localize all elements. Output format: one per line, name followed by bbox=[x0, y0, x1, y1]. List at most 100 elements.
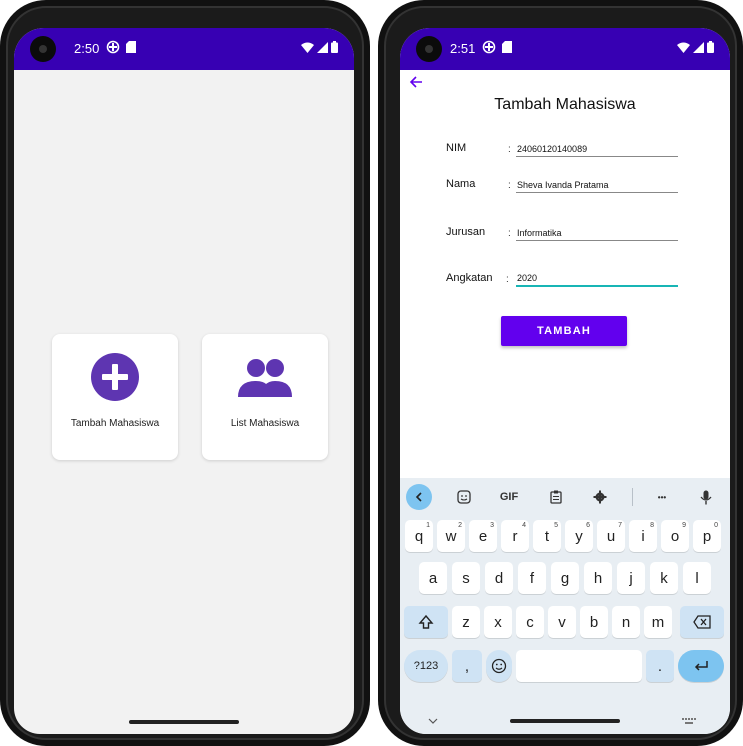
key-b[interactable]: b bbox=[580, 606, 608, 638]
symbols-key[interactable]: ?123 bbox=[404, 650, 448, 682]
chevron-left-icon[interactable] bbox=[406, 484, 432, 510]
key-number-hint: 9 bbox=[682, 522, 686, 529]
toolbar-divider bbox=[632, 488, 633, 506]
key-c[interactable]: c bbox=[516, 606, 544, 638]
key-letter: r bbox=[512, 527, 518, 545]
form-screen: 2: 5 1 Tambah Mahasiswa NIM: 240601201400… bbox=[400, 28, 730, 734]
key-t[interactable]: t5 bbox=[533, 520, 561, 552]
key-d[interactable]: d bbox=[485, 562, 513, 594]
key-v[interactable]: v bbox=[548, 606, 576, 638]
key-f[interactable]: f bbox=[518, 562, 546, 594]
sticker-icon[interactable] bbox=[452, 484, 476, 510]
gear-icon[interactable] bbox=[590, 484, 610, 510]
keyboard-switch-icon[interactable] bbox=[682, 713, 696, 731]
key-letter: y bbox=[575, 527, 583, 545]
key-s[interactable]: s bbox=[452, 562, 480, 594]
key-w[interactable]: w2 bbox=[437, 520, 465, 552]
microphone-icon[interactable] bbox=[696, 484, 716, 510]
nim-label: NIM bbox=[446, 142, 467, 154]
signal-icon bbox=[693, 41, 704, 56]
field-colon: : bbox=[508, 228, 511, 239]
space-key[interactable] bbox=[516, 650, 642, 682]
status-bar: 2:50 bbox=[14, 28, 354, 70]
key-letter: u bbox=[606, 527, 616, 545]
list-mahasiswa-card[interactable]: List Mahasiswa bbox=[202, 334, 328, 460]
key-letter: p bbox=[702, 527, 712, 545]
key-letter: o bbox=[670, 527, 680, 545]
key-u[interactable]: u7 bbox=[597, 520, 625, 552]
enter-key[interactable] bbox=[678, 650, 724, 682]
vpn-icon bbox=[482, 40, 496, 57]
gesture-nav-bar[interactable] bbox=[510, 719, 620, 723]
angkatan-label: Angkatan bbox=[446, 272, 493, 284]
period-key[interactable]: . bbox=[646, 650, 674, 682]
nama-field[interactable] bbox=[516, 177, 678, 193]
key-number-hint: 1 bbox=[426, 522, 430, 529]
front-camera bbox=[30, 36, 56, 62]
keyboard-row-3: zxcvbnm bbox=[400, 606, 730, 642]
shift-key[interactable] bbox=[404, 606, 448, 638]
wifi-icon bbox=[677, 41, 690, 56]
jurusan-field[interactable] bbox=[516, 225, 678, 241]
key-number-hint: 4 bbox=[522, 522, 526, 529]
key-number-hint: 7 bbox=[618, 522, 622, 529]
more-options-button[interactable]: ••• bbox=[650, 484, 674, 510]
key-a[interactable]: a bbox=[419, 562, 447, 594]
back-arrow-icon[interactable] bbox=[408, 74, 424, 95]
keyboard-row-4: ?123 , . bbox=[400, 650, 730, 686]
key-letter: e bbox=[478, 527, 488, 545]
key-p[interactable]: p0 bbox=[693, 520, 721, 552]
keyboard-nav-bar bbox=[400, 708, 730, 734]
phone-right: 2: 5 1 Tambah Mahasiswa NIM: 240601201400… bbox=[378, 0, 743, 746]
hide-keyboard-icon[interactable] bbox=[428, 712, 438, 730]
gesture-nav-bar[interactable] bbox=[129, 720, 239, 724]
tambah-mahasiswa-card[interactable]: Tambah Mahasiswa bbox=[52, 334, 178, 460]
key-number-hint: 5 bbox=[554, 522, 558, 529]
keyboard-row-1: q1w2e3r4t5y6u7i8o9p0 bbox=[400, 520, 730, 556]
key-y[interactable]: y6 bbox=[565, 520, 593, 552]
key-letter: w bbox=[445, 527, 457, 545]
key-g[interactable]: g bbox=[551, 562, 579, 594]
tambah-button[interactable]: TAMBAH bbox=[501, 316, 627, 346]
key-number-hint: 8 bbox=[650, 522, 654, 529]
gif-button[interactable]: GIF bbox=[496, 484, 522, 510]
clipboard-icon[interactable] bbox=[546, 484, 566, 510]
key-q[interactable]: q1 bbox=[405, 520, 433, 552]
vpn-icon bbox=[106, 40, 120, 57]
emoji-key[interactable] bbox=[486, 650, 512, 682]
field-colon: : bbox=[508, 144, 511, 155]
key-e[interactable]: e3 bbox=[469, 520, 497, 552]
nim-field[interactable] bbox=[516, 141, 678, 157]
signal-icon bbox=[317, 41, 328, 56]
key-n[interactable]: n bbox=[612, 606, 640, 638]
keyboard-row-2: asdfghjkl bbox=[400, 562, 730, 598]
angkatan-field[interactable] bbox=[516, 271, 678, 287]
comma-key[interactable]: , bbox=[452, 650, 482, 682]
key-number-hint: 6 bbox=[586, 522, 590, 529]
key-x[interactable]: x bbox=[484, 606, 512, 638]
key-r[interactable]: r4 bbox=[501, 520, 529, 552]
keyboard-toolbar: GIF ••• bbox=[400, 478, 730, 516]
key-z[interactable]: z bbox=[452, 606, 480, 638]
key-j[interactable]: j bbox=[617, 562, 645, 594]
sd-card-icon bbox=[126, 41, 136, 56]
key-h[interactable]: h bbox=[584, 562, 612, 594]
key-k[interactable]: k bbox=[650, 562, 678, 594]
key-m[interactable]: m bbox=[644, 606, 672, 638]
backspace-key[interactable] bbox=[680, 606, 724, 638]
key-i[interactable]: i8 bbox=[629, 520, 657, 552]
soft-keyboard: GIF ••• q1w2e3r4t5y6u7i8o9p0 asdfghjkl z… bbox=[400, 478, 730, 734]
field-colon: : bbox=[508, 180, 511, 191]
sd-card-icon bbox=[502, 41, 512, 56]
key-letter: t bbox=[544, 527, 550, 545]
status-time: 2:50 bbox=[74, 41, 100, 56]
key-o[interactable]: o9 bbox=[661, 520, 689, 552]
key-letter: q bbox=[414, 527, 424, 545]
key-l[interactable]: l bbox=[683, 562, 711, 594]
phone-left: 2:50 Tambah Mahasiswa List Mahasiswa bbox=[0, 0, 370, 746]
home-screen: 2:50 Tambah Mahasiswa List Mahasiswa bbox=[14, 28, 354, 734]
key-number-hint: 2 bbox=[458, 522, 462, 529]
page-title: Tambah Mahasiswa bbox=[494, 96, 636, 113]
card-label: Tambah Mahasiswa bbox=[70, 418, 160, 429]
nama-label: Nama bbox=[446, 178, 476, 190]
